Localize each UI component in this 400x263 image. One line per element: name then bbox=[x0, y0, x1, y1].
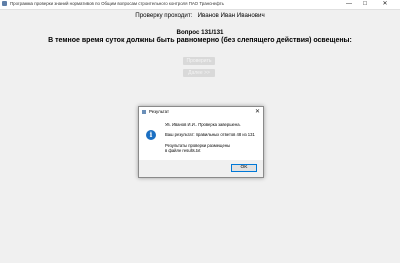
window-title: Программа проверки знаний нормативов по … bbox=[10, 1, 224, 6]
ok-button[interactable]: OK bbox=[231, 164, 257, 172]
dialog-title-icon bbox=[142, 110, 146, 114]
result-dialog: Результат ✕ i Ув. Иванов И.И.. Проверка … bbox=[138, 106, 264, 178]
check-button[interactable]: Проверить bbox=[183, 57, 215, 65]
dialog-message-line2: Ваш результат: правильных ответов 48 из … bbox=[165, 132, 255, 137]
dialog-footer: OK bbox=[139, 160, 263, 177]
dialog-body: i Ув. Иванов И.И.. Проверка завершена. В… bbox=[139, 117, 263, 160]
dialog-close-button[interactable]: ✕ bbox=[255, 107, 260, 117]
window-titlebar: Программа проверки знаний нормативов по … bbox=[0, 0, 400, 10]
dialog-message-line1: Ув. Иванов И.И.. Проверка завершена. bbox=[165, 122, 241, 127]
question-number: Вопрос 131/131 bbox=[176, 29, 224, 36]
close-window-button[interactable]: ✕ bbox=[378, 0, 392, 8]
info-icon: i bbox=[146, 130, 156, 140]
dialog-title: Результат bbox=[149, 109, 169, 114]
question-text: В темное время суток должны быть равноме… bbox=[48, 37, 352, 44]
app-icon bbox=[2, 1, 7, 6]
next-button[interactable]: Далее >> bbox=[183, 69, 215, 77]
minimize-button[interactable]: — bbox=[342, 0, 356, 8]
tester-name: Иванов Иван Иванович bbox=[197, 12, 265, 19]
tester-label: Проверку проходит: bbox=[135, 12, 193, 19]
tester-line: Проверку проходит: Иванов Иван Иванович bbox=[0, 12, 400, 19]
maximize-button[interactable]: ☐ bbox=[358, 0, 372, 8]
dialog-message-line4: в файле results.txt bbox=[165, 148, 201, 153]
